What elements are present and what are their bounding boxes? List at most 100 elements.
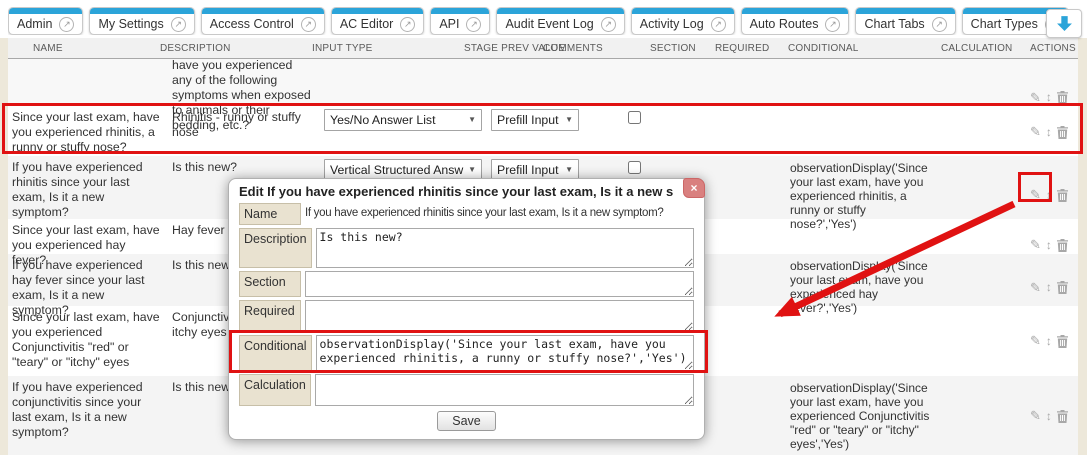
conditional-textarea[interactable]: observationDisplay('Since your last exam… <box>316 335 694 371</box>
cell-actions: ✎ ↕ <box>1028 106 1078 158</box>
open-in-new-icon[interactable]: ↗ <box>171 17 186 32</box>
tab-audit-event-log[interactable]: Audit Event Log ↗ <box>496 7 624 35</box>
column-header-actions: ACTIONS <box>1030 43 1076 54</box>
column-header-conditional: CONDITIONAL <box>788 43 859 54</box>
move-row-icon[interactable]: ↕ <box>1046 334 1052 349</box>
cell-name: If you have experienced conjunctivitis s… <box>8 376 168 455</box>
table-row: Since your last exam, have you experienc… <box>8 106 1078 156</box>
field-label-name: Name <box>239 203 301 225</box>
edit-pencil-icon[interactable]: ✎ <box>1030 280 1041 296</box>
select-arrow-icon: ▼ <box>565 165 573 175</box>
field-label-required: Required <box>239 300 301 332</box>
delete-trash-icon[interactable] <box>1057 126 1068 139</box>
name-value: If you have experienced rhinitis since y… <box>305 203 694 219</box>
modal-title: Edit If you have experienced rhinitis si… <box>239 184 678 199</box>
cell-conditional <box>786 306 938 376</box>
column-header-section: SECTION <box>650 43 696 54</box>
delete-trash-icon[interactable] <box>1057 239 1068 252</box>
comments-checkbox[interactable] <box>628 111 641 124</box>
tab-activity-log[interactable]: Activity Log ↗ <box>631 7 735 35</box>
open-in-new-icon[interactable]: ↗ <box>466 17 481 32</box>
table-row: have you experienced any of the followin… <box>8 59 1078 106</box>
save-button[interactable]: Save <box>437 411 496 431</box>
required-textarea[interactable] <box>305 300 694 332</box>
tab-label: Audit Event Log <box>505 17 593 31</box>
open-in-new-icon[interactable]: ↗ <box>59 17 74 32</box>
comments-checkbox[interactable] <box>628 161 641 174</box>
column-header-input-type: INPUT TYPE <box>312 43 373 54</box>
calculation-textarea[interactable] <box>315 374 694 406</box>
delete-trash-icon[interactable] <box>1057 335 1068 348</box>
tab-access-control[interactable]: Access Control ↗ <box>201 7 325 35</box>
tab-admin[interactable]: Admin ↗ <box>8 7 83 35</box>
delete-trash-icon[interactable] <box>1057 281 1068 294</box>
cell-conditional <box>786 106 938 158</box>
cell-name: Since your last exam, have you experienc… <box>8 106 168 158</box>
move-row-icon[interactable]: ↕ <box>1046 125 1052 140</box>
tab-my-settings[interactable]: My Settings ↗ <box>89 7 194 35</box>
column-header-description: DESCRIPTION <box>160 43 231 54</box>
admin-tab-bar: Admin ↗ My Settings ↗ Access Control ↗ AC E… <box>0 0 1087 38</box>
delete-trash-icon[interactable] <box>1057 91 1068 104</box>
edit-pencil-icon[interactable]: ✎ <box>1030 90 1041 106</box>
section-textarea[interactable] <box>305 271 694 297</box>
column-header-calculation: CALCULATION <box>941 43 1012 54</box>
select-arrow-icon: ▼ <box>468 115 476 125</box>
tab-ac-editor[interactable]: AC Editor ↗ <box>331 7 425 35</box>
move-row-icon[interactable]: ↕ <box>1046 90 1052 105</box>
column-header-comments: COMMENTS <box>543 43 603 54</box>
close-icon[interactable]: × <box>683 178 705 198</box>
tab-label: Chart Tabs <box>864 17 924 31</box>
field-label-calculation: Calculation <box>239 374 311 406</box>
select-arrow-icon: ▼ <box>565 115 573 125</box>
description-textarea[interactable]: Is this new? <box>316 228 694 268</box>
edit-pencil-icon[interactable]: ✎ <box>1030 333 1041 349</box>
admin-question-editor-page: Admin ↗ My Settings ↗ Access Control ↗ AC E… <box>0 0 1087 455</box>
tab-label: Chart Types <box>971 17 1038 31</box>
tab-overflow-button[interactable] <box>1046 9 1082 38</box>
tab-label: My Settings <box>98 17 163 31</box>
cell-description: Rhinitis - runny or stuffy nose <box>168 106 320 158</box>
field-label-section: Section <box>239 271 301 297</box>
tab-label: Admin <box>17 17 52 31</box>
stage-prev-value-select[interactable]: Prefill Input▼ <box>491 109 579 131</box>
input-type-select[interactable]: Yes/No Answer List▼ <box>324 109 482 131</box>
column-header-required: REQUIRED <box>715 43 769 54</box>
cell-actions: ✎ ↕ <box>1028 306 1078 376</box>
move-row-icon[interactable]: ↕ <box>1046 188 1052 203</box>
open-in-new-icon[interactable]: ↗ <box>932 17 947 32</box>
move-row-icon[interactable]: ↕ <box>1046 238 1052 253</box>
edit-question-form: Name If you have experienced rhinitis si… <box>239 203 694 431</box>
cell-actions: ✎ ↕ <box>1028 376 1078 455</box>
edit-pencil-icon[interactable]: ✎ <box>1030 187 1041 203</box>
tab-label: Auto Routes <box>750 17 819 31</box>
cell-name: Since your last exam, have you experienc… <box>8 306 168 376</box>
tab-chart-tabs[interactable]: Chart Tabs ↗ <box>855 7 955 35</box>
field-label-description: Description <box>239 228 312 268</box>
move-row-icon[interactable]: ↕ <box>1046 409 1052 424</box>
down-arrow-icon <box>1056 15 1073 32</box>
cell-conditional: observationDisplay('Since your last exam… <box>786 376 938 455</box>
column-header-name: NAME <box>33 43 63 54</box>
open-in-new-icon[interactable]: ↗ <box>301 17 316 32</box>
tab-label: Access Control <box>210 17 294 31</box>
edit-pencil-icon[interactable]: ✎ <box>1030 124 1041 140</box>
open-in-new-icon[interactable]: ↗ <box>400 17 415 32</box>
select-arrow-icon: ▼ <box>468 165 476 175</box>
tab-label: Activity Log <box>640 17 704 31</box>
edit-question-modal: × Edit If you have experienced rhinitis … <box>228 178 705 440</box>
edit-pencil-icon[interactable]: ✎ <box>1030 408 1041 424</box>
delete-trash-icon[interactable] <box>1057 410 1068 423</box>
table-header: NAME DESCRIPTION INPUT TYPE STAGE PREV V… <box>8 38 1078 59</box>
field-label-conditional: Conditional <box>239 335 312 371</box>
open-in-new-icon[interactable]: ↗ <box>601 17 616 32</box>
move-row-icon[interactable]: ↕ <box>1046 280 1052 295</box>
tab-api[interactable]: API ↗ <box>430 7 490 35</box>
tab-auto-routes[interactable]: Auto Routes ↗ <box>741 7 850 35</box>
tab-label: AC Editor <box>340 17 394 31</box>
open-in-new-icon[interactable]: ↗ <box>825 17 840 32</box>
edit-pencil-icon[interactable]: ✎ <box>1030 237 1041 253</box>
delete-trash-icon[interactable] <box>1057 189 1068 202</box>
tab-label: API <box>439 17 459 31</box>
open-in-new-icon[interactable]: ↗ <box>711 17 726 32</box>
